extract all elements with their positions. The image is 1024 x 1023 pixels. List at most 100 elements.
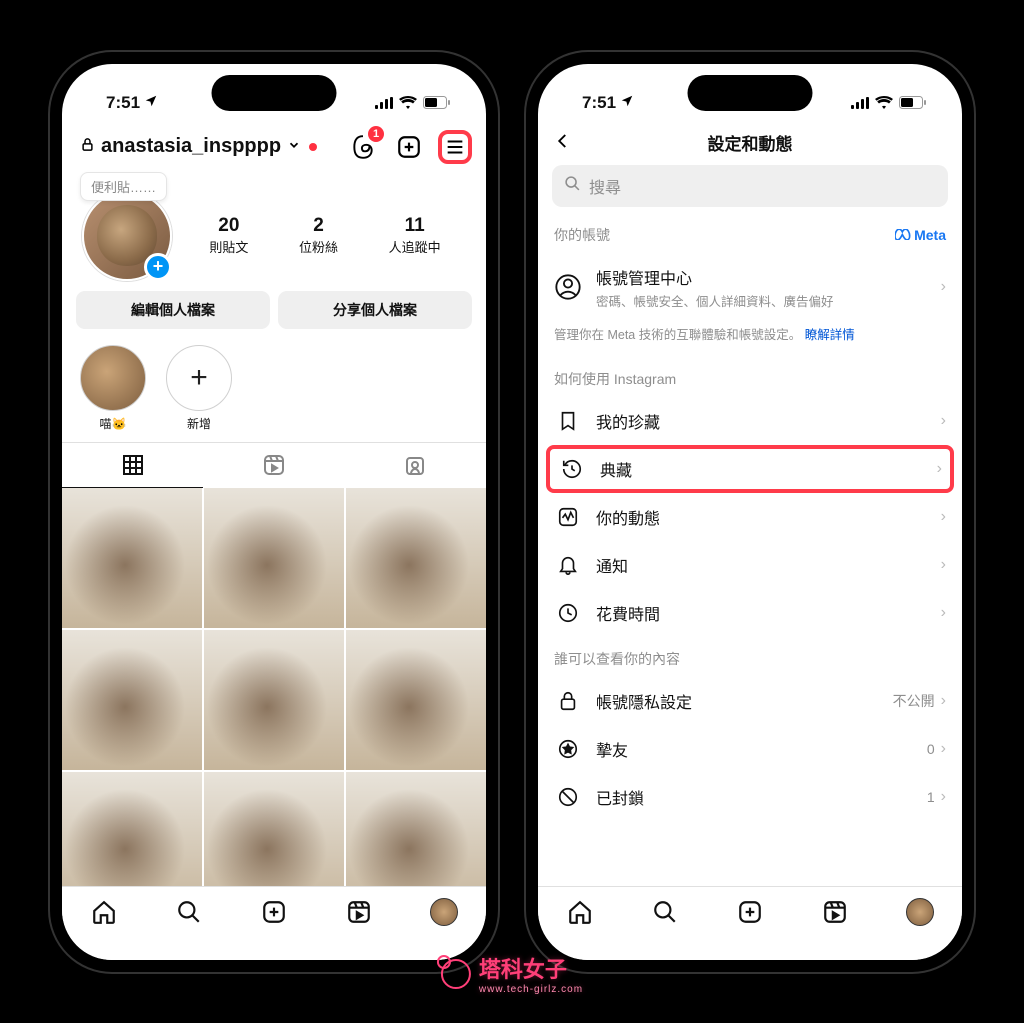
nav-search[interactable] — [174, 897, 204, 927]
tab-reels[interactable] — [203, 443, 344, 488]
activity-icon — [554, 506, 582, 528]
user-circle-icon — [554, 273, 582, 301]
cellular-signal-icon — [375, 97, 393, 109]
carousel-icon — [320, 494, 338, 517]
clock-icon — [554, 602, 582, 624]
post-thumb[interactable] — [204, 630, 344, 770]
nav-reels[interactable] — [344, 897, 374, 927]
right-phone-frame: 7:51 設定和動態 搜尋 你的帳號 Meta — [526, 52, 974, 972]
hamburger-menu-button[interactable] — [438, 130, 472, 164]
post-thumb[interactable] — [62, 488, 202, 628]
reel-icon — [322, 636, 338, 657]
bottom-nav — [62, 886, 486, 960]
nav-create[interactable] — [259, 897, 289, 927]
notch — [688, 75, 813, 111]
section-how-to-use: 如何使用 Instagram — [538, 365, 962, 397]
battery-icon — [899, 96, 926, 109]
add-story-plus-icon[interactable]: + — [144, 253, 172, 281]
row-close-friends[interactable]: 摯友 0› — [538, 725, 962, 773]
highlight-new[interactable]: + 新增 — [166, 345, 232, 432]
row-archive[interactable]: 典藏 › — [546, 445, 954, 493]
post-thumb[interactable] — [346, 630, 486, 770]
stat-posts[interactable]: 20 則貼文 — [209, 215, 248, 256]
chevron-right-icon: › — [941, 788, 946, 806]
wifi-icon — [399, 96, 417, 109]
highlight-cat[interactable]: 喵🐱 — [80, 345, 146, 432]
username-text: anastasia_inspppp — [101, 135, 281, 158]
post-thumb[interactable] — [346, 488, 486, 628]
username-dropdown[interactable]: anastasia_inspppp — [80, 135, 342, 158]
search-placeholder: 搜尋 — [589, 174, 621, 198]
wifi-icon — [875, 96, 893, 109]
row-your-activity[interactable]: 你的動態 › — [538, 493, 962, 541]
location-arrow-icon — [144, 93, 158, 113]
tab-tagged[interactable] — [345, 443, 486, 488]
accounts-center-note: 管理你在 Meta 技術的互聯體驗和帳號設定。 瞭解詳情 — [538, 322, 962, 357]
chevron-right-icon: › — [941, 412, 946, 430]
profile-header: anastasia_inspppp 1 — [62, 124, 486, 168]
watermark: 塔科女子 www.tech-girlz.com — [441, 952, 583, 995]
pin-icon — [180, 494, 196, 515]
edit-profile-button[interactable]: 編輯個人檔案 — [76, 291, 270, 329]
tab-grid[interactable] — [62, 443, 203, 488]
cellular-signal-icon — [851, 97, 869, 109]
status-time: 7:51 — [582, 93, 616, 113]
nav-home[interactable] — [89, 897, 119, 927]
row-blocked[interactable]: 已封鎖 1› — [538, 773, 962, 821]
settings-title: 設定和動態 — [708, 130, 793, 155]
reel-icon — [464, 494, 480, 515]
row-notifications[interactable]: 通知 › — [538, 541, 962, 589]
back-button[interactable] — [554, 130, 572, 156]
post-thumb[interactable] — [204, 488, 344, 628]
learn-more-link[interactable]: 瞭解詳情 — [805, 328, 855, 342]
profile-screen: 7:51 anastasia_inspppp 1 — [62, 64, 486, 960]
status-time: 7:51 — [106, 93, 140, 113]
settings-screen: 7:51 設定和動態 搜尋 你的帳號 Meta — [538, 64, 962, 960]
left-phone-frame: 7:51 anastasia_inspppp 1 — [50, 52, 498, 972]
threads-button[interactable]: 1 — [346, 130, 380, 164]
nav-create[interactable] — [735, 897, 765, 927]
bell-icon — [554, 554, 582, 576]
row-sublabel: 密碼、帳號安全、個人詳細資料、廣告偏好 — [596, 291, 927, 310]
bottom-nav — [538, 886, 962, 960]
block-icon — [554, 786, 582, 808]
meta-logo: Meta — [895, 227, 946, 243]
location-arrow-icon — [620, 93, 634, 113]
settings-header: 設定和動態 — [538, 124, 962, 165]
nav-reels[interactable] — [820, 897, 850, 927]
chevron-right-icon: › — [941, 740, 946, 758]
post-thumb[interactable] — [62, 630, 202, 770]
create-post-button[interactable] — [392, 130, 426, 164]
share-profile-button[interactable]: 分享個人檔案 — [278, 291, 472, 329]
battery-icon — [423, 96, 450, 109]
stat-followers[interactable]: 2 位粉絲 — [299, 215, 338, 256]
chevron-right-icon: › — [937, 460, 942, 478]
lock-icon — [554, 690, 582, 712]
profile-avatar[interactable]: + — [82, 191, 172, 281]
threads-badge: 1 — [368, 126, 384, 142]
profile-note-bubble[interactable]: 便利貼…… — [80, 172, 167, 201]
posts-grid — [62, 488, 486, 912]
row-account-privacy[interactable]: 帳號隱私設定 不公開› — [538, 677, 962, 725]
watermark-icon — [441, 959, 471, 989]
profile-tabs — [62, 442, 486, 488]
nav-profile[interactable] — [429, 897, 459, 927]
chevron-down-icon — [287, 135, 301, 158]
bookmark-icon — [554, 410, 582, 432]
notification-dot — [309, 143, 317, 151]
settings-search[interactable]: 搜尋 — [552, 165, 948, 207]
chevron-right-icon: › — [941, 692, 946, 710]
nav-home[interactable] — [565, 897, 595, 927]
notch — [212, 75, 337, 111]
row-time-spent[interactable]: 花費時間 › — [538, 589, 962, 637]
row-saved[interactable]: 我的珍藏 › — [538, 397, 962, 445]
row-accounts-center[interactable]: 帳號管理中心 密碼、帳號安全、個人詳細資料、廣告偏好 › — [538, 253, 962, 322]
profile-info-row: + 20 則貼文 2 位粉絲 11 人追蹤中 — [62, 191, 486, 291]
nav-profile[interactable] — [905, 897, 935, 927]
stat-following[interactable]: 11 人追蹤中 — [389, 215, 441, 256]
nav-search[interactable] — [650, 897, 680, 927]
search-icon — [564, 175, 581, 197]
reel-icon — [180, 636, 196, 657]
star-circle-icon — [554, 738, 582, 760]
plus-icon: + — [190, 361, 208, 395]
